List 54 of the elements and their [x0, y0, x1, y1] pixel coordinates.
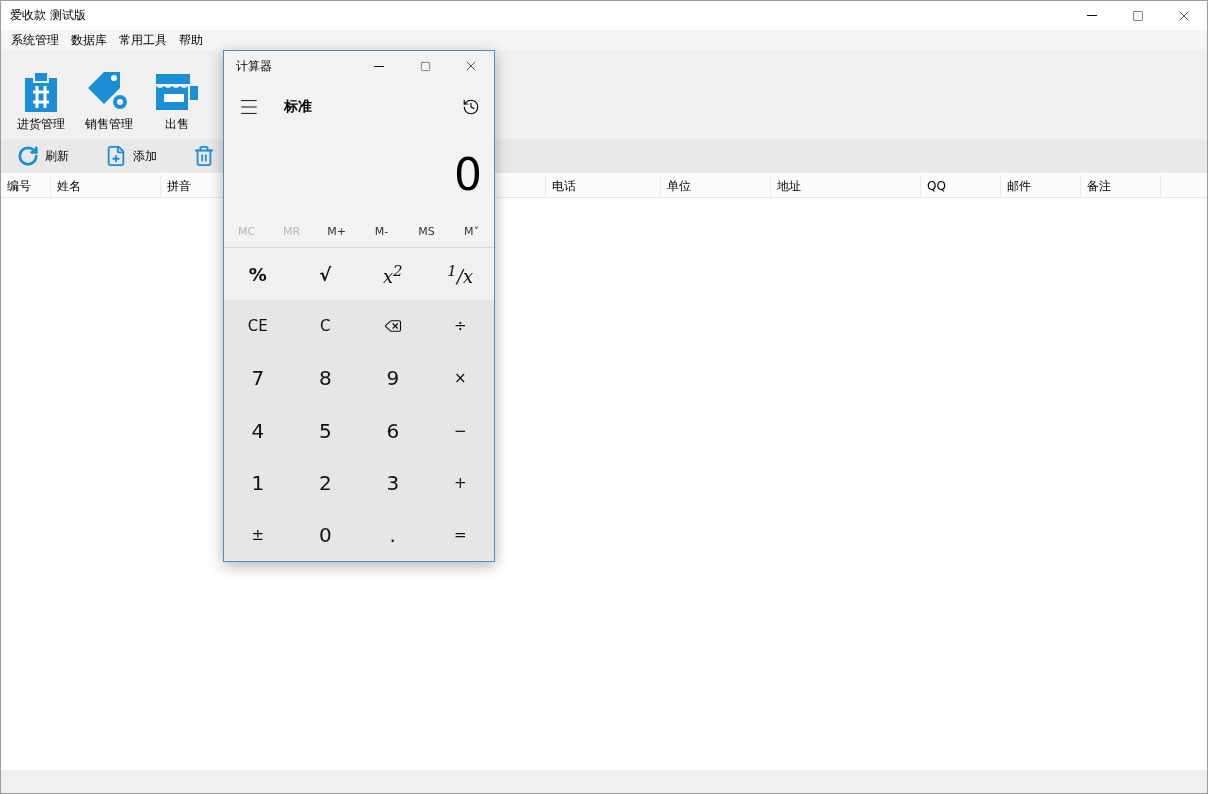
trash-icon: [193, 145, 215, 167]
maximize-icon: [419, 60, 431, 72]
column-header[interactable]: QQ: [921, 175, 1001, 197]
clipboard-icon: [23, 72, 59, 112]
toolbar-button[interactable]: 刷新: [13, 145, 73, 167]
minimize-icon: [1087, 15, 1097, 16]
calculator-key[interactable]: 1: [224, 456, 292, 509]
column-header[interactable]: 备注: [1081, 175, 1161, 197]
calculator-key[interactable]: 9: [359, 352, 427, 405]
menu-item[interactable]: 常用工具: [113, 31, 173, 49]
calculator-key[interactable]: 8: [291, 352, 359, 405]
file-add-icon: [105, 145, 127, 167]
calculator-key[interactable]: 0: [291, 508, 359, 561]
calculator-key[interactable]: ÷: [426, 300, 494, 353]
calculator-key[interactable]: 4: [224, 404, 292, 457]
column-header[interactable]: 编号: [1, 175, 51, 197]
window-title: 爱收款 测试版: [10, 7, 87, 24]
menu-item[interactable]: 数据库: [65, 31, 113, 49]
memory-button[interactable]: M-: [359, 215, 404, 247]
toolbar-button[interactable]: 出售: [147, 72, 207, 133]
toolbar-button[interactable]: 进货管理: [11, 72, 71, 133]
memory-button[interactable]: M˅: [449, 215, 494, 247]
calculator-key[interactable]: =: [426, 508, 494, 561]
calculator-key[interactable]: .: [359, 508, 427, 561]
history-icon: [462, 98, 480, 116]
calculator-key[interactable]: +: [426, 456, 494, 509]
calculator-title: 计算器: [236, 57, 273, 75]
calculator-key[interactable]: 7: [224, 352, 292, 405]
display-value: 0: [454, 148, 482, 200]
column-header[interactable]: 单位: [661, 175, 771, 197]
mode-title: 标准: [284, 98, 313, 116]
refresh-icon: [17, 145, 39, 167]
storefront-icon: [154, 72, 200, 112]
column-header[interactable]: 邮件: [1001, 175, 1081, 197]
memory-button[interactable]: MS: [404, 215, 449, 247]
calculator-key[interactable]: ±: [224, 508, 292, 561]
menu-item[interactable]: 系统管理: [5, 31, 65, 49]
column-header[interactable]: 姓名: [51, 175, 161, 197]
column-header[interactable]: 电话: [546, 175, 661, 197]
column-header[interactable]: 地址: [771, 175, 921, 197]
calculator-key[interactable]: ×: [426, 352, 494, 405]
memory-button[interactable]: M+: [314, 215, 359, 247]
toolbar-button[interactable]: 添加: [101, 145, 161, 167]
calculator-key[interactable]: 3: [359, 456, 427, 509]
calculator-key[interactable]: CE: [224, 300, 292, 353]
calculator-key[interactable]: 6: [359, 404, 427, 457]
minimize-icon: [374, 65, 384, 67]
toolbar-button[interactable]: 销售管理: [79, 72, 139, 133]
calculator-key[interactable]: −: [426, 404, 494, 457]
calculator-key[interactable]: C: [291, 300, 359, 353]
menu-item[interactable]: 帮助: [173, 31, 209, 49]
maximize-icon: [1132, 9, 1144, 22]
calculator-key[interactable]: 2: [291, 456, 359, 509]
calculator-key[interactable]: 5: [291, 404, 359, 457]
